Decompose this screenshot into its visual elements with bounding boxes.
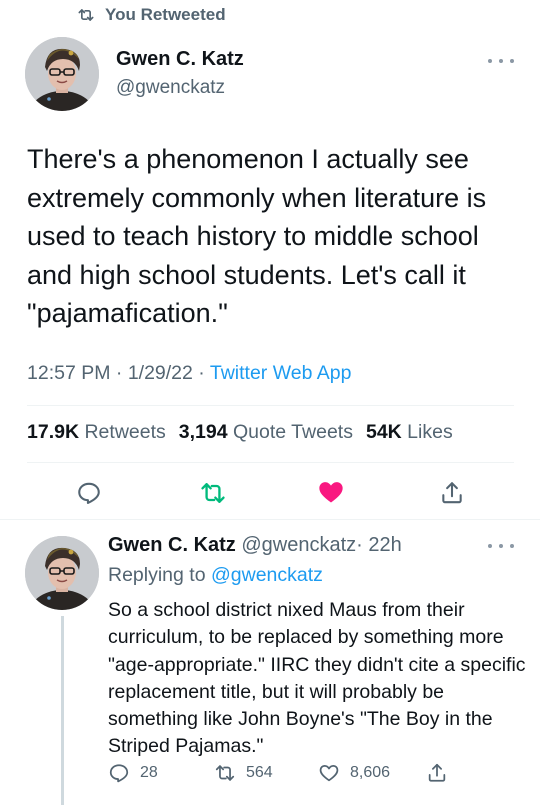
likes-label: Likes	[407, 421, 453, 443]
like-icon	[319, 482, 343, 503]
replying-to-handle[interactable]: @gwenckatz	[211, 564, 323, 586]
meta-separator: ·	[115, 362, 128, 384]
more-dot	[510, 59, 514, 63]
reply-like-button[interactable]: 8,606	[318, 762, 390, 784]
replying-to: Replying to @gwenckatz	[108, 564, 323, 587]
more-dot	[488, 544, 492, 548]
more-dot	[499, 59, 503, 63]
quote-tweets-count: 3,194	[178, 421, 228, 443]
tweet-source-link[interactable]: Twitter Web App	[210, 362, 352, 384]
more-dot	[510, 544, 514, 548]
reply-text: So a school district nixed Maus from the…	[108, 599, 526, 758]
retweet-count: 564	[246, 764, 273, 781]
avatar[interactable]	[25, 37, 99, 111]
tweet-time[interactable]: 12:57 PM	[27, 362, 110, 384]
reply-avatar[interactable]	[25, 536, 99, 610]
tweet-stats: 17.9K Retweets 3,194 Quote Tweets 54K Li…	[27, 421, 453, 444]
share-icon	[428, 763, 446, 782]
like-icon	[319, 764, 339, 782]
more-dot	[488, 59, 492, 63]
reply-reply-button[interactable]: 28	[108, 762, 158, 784]
like-button[interactable]	[314, 477, 348, 507]
reply-icon	[109, 764, 129, 783]
reply-count: 28	[140, 764, 158, 781]
quote-tweets-stat[interactable]: 3,194 Quote Tweets	[179, 421, 353, 444]
replying-to-label: Replying to	[108, 564, 206, 586]
thread-line	[61, 616, 64, 805]
more-dot	[499, 544, 503, 548]
reply-author-handle[interactable]: @gwenckatz	[241, 534, 356, 556]
retweets-count: 17.9K	[27, 421, 80, 443]
reply-retweet-button[interactable]: 564	[214, 762, 273, 784]
tweet-timestamp: 12:57 PM · 1/29/22 · Twitter Web App	[27, 362, 351, 385]
reply-share-button[interactable]	[426, 762, 448, 784]
avatar-image	[25, 37, 99, 111]
avatar-image	[25, 536, 99, 610]
tweet-text: There's a phenomenon I actually see extr…	[27, 144, 487, 328]
author-handle[interactable]: @gwenckatz	[116, 77, 225, 99]
like-count: 8,606	[350, 764, 391, 781]
divider	[27, 405, 514, 406]
retweet-banner: You Retweeted	[76, 4, 226, 26]
tweet-date[interactable]: 1/29/22	[128, 362, 193, 384]
retweet-icon	[201, 483, 225, 503]
reply-author-name[interactable]: Gwen C. Katz	[108, 534, 236, 556]
reply-more-options-button[interactable]	[488, 541, 514, 551]
reply-separator: ·	[356, 534, 363, 556]
likes-stat[interactable]: 54K Likes	[366, 421, 453, 444]
likes-count: 54K	[365, 421, 402, 443]
reply-header: Gwen C. Katz @gwenckatz· 22h	[108, 534, 402, 557]
meta-separator: ·	[198, 362, 210, 384]
author-name[interactable]: Gwen C. Katz	[116, 48, 244, 71]
reply-icon	[78, 482, 100, 504]
reply-button[interactable]	[72, 478, 106, 508]
retweet-icon	[215, 765, 235, 781]
reply-actions: 28 564 8,606	[108, 762, 508, 792]
quote-tweets-label: Quote Tweets	[233, 421, 353, 443]
retweets-stat[interactable]: 17.9K Retweets	[27, 421, 166, 444]
more-options-button[interactable]	[488, 56, 514, 66]
divider	[27, 462, 514, 463]
share-button[interactable]	[435, 477, 469, 509]
retweet-icon	[78, 9, 94, 21]
retweet-banner-text: You Retweeted	[105, 5, 226, 24]
retweet-button[interactable]	[196, 478, 230, 508]
section-divider	[0, 519, 540, 520]
reply-age[interactable]: 22h	[368, 534, 401, 556]
share-icon	[442, 482, 462, 504]
retweets-label: Retweets	[84, 421, 166, 443]
